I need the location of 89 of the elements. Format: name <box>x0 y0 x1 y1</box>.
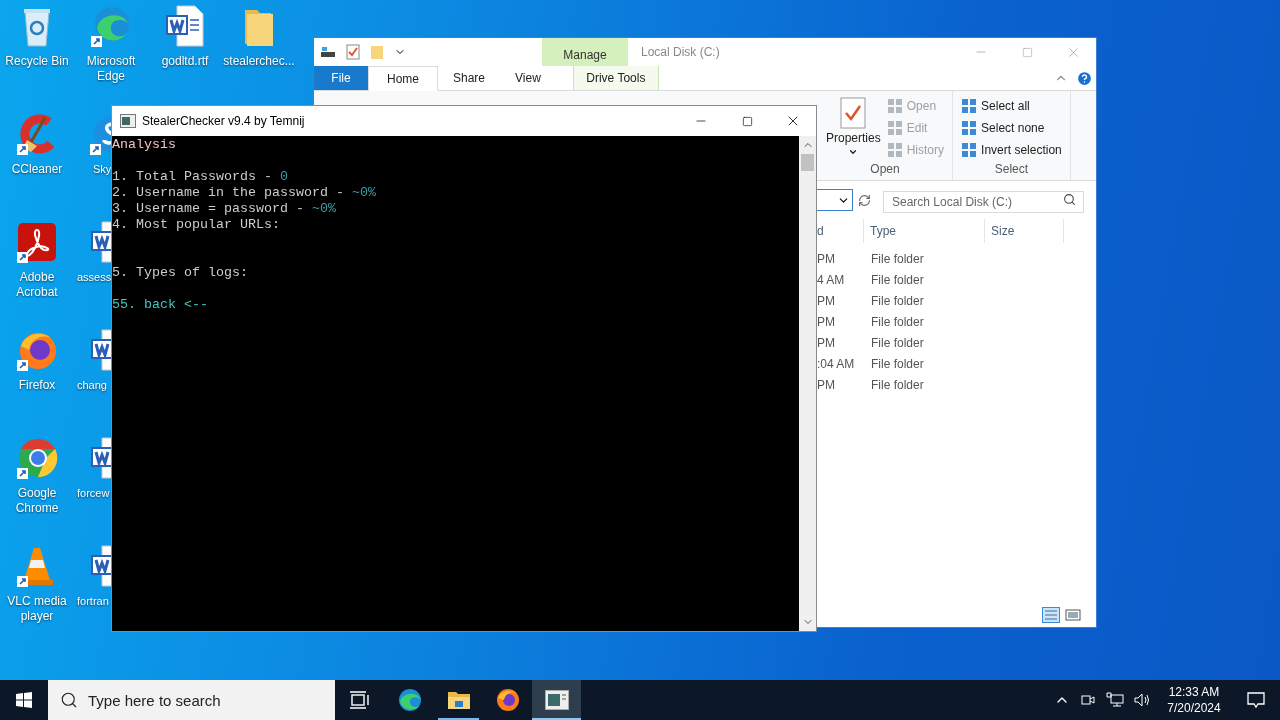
details-view-icon[interactable] <box>1042 607 1060 623</box>
search-icon <box>1063 193 1076 206</box>
desktop-icon-label: CCleaner <box>10 162 64 177</box>
notifications-icon <box>1247 691 1265 709</box>
table-cell-text: File folder <box>870 250 924 268</box>
ribbon-tab[interactable]: Home <box>368 66 438 91</box>
task-view-icon <box>350 691 370 709</box>
table-cell-text: PM <box>817 334 836 352</box>
camera-icon[interactable] <box>1080 692 1096 708</box>
document-icon[interactable] <box>163 4 207 48</box>
search-field[interactable]: Type here to search <box>48 680 335 720</box>
maximize-icon <box>1021 46 1033 58</box>
properties-button[interactable]: Properties <box>826 97 881 160</box>
console-line: Analysis <box>112 137 176 153</box>
ribbon-group-label: Select <box>993 161 1030 178</box>
search-field[interactable]: Search Local Disk (C:) <box>883 191 1084 213</box>
console-line: 3. Username = password - ~0% <box>112 201 336 217</box>
scrollbar[interactable] <box>799 136 816 631</box>
search-icon <box>60 691 78 709</box>
table-cell-text: PM <box>817 376 836 394</box>
speaker-icon[interactable] <box>1134 692 1152 708</box>
column-header[interactable]: Type <box>864 219 985 243</box>
desktop-icon-label: Firefox <box>17 378 57 393</box>
ribbon-tab[interactable]: Share <box>438 66 501 90</box>
desktop-icon-label: fortran <box>77 594 109 609</box>
network-icon[interactable] <box>1106 692 1124 708</box>
table-cell-text: File folder <box>870 292 924 310</box>
table-cell-text: PM <box>817 313 836 331</box>
maximize-icon <box>741 115 753 127</box>
console-icon <box>120 114 136 128</box>
desktop-icon-label: Google Chrome <box>14 486 60 516</box>
windows-logo-icon <box>16 692 32 708</box>
ribbon-button[interactable]: Select all <box>961 97 1062 115</box>
grid-icon <box>961 142 978 158</box>
drive-icon[interactable] <box>320 45 336 59</box>
table-cell-text: PM <box>817 250 836 268</box>
desktop-icon-label: VLC media player <box>6 594 68 624</box>
browser-icon[interactable] <box>15 436 59 480</box>
console-line: 5. Types of logs: <box>112 265 248 281</box>
table-cell-text: :04 AM <box>817 355 856 373</box>
console-line: 2. Username in the password - ~0% <box>112 185 376 201</box>
scrollbar-thumb[interactable] <box>801 154 814 171</box>
grid-icon <box>961 98 978 114</box>
table-cell-text: PM <box>817 292 836 310</box>
browser-icon <box>397 688 422 712</box>
grid-icon <box>886 120 903 136</box>
ribbon-context-group: Manage <box>542 38 628 66</box>
grid-icon <box>961 120 978 136</box>
refresh-icon[interactable] <box>858 193 871 207</box>
table-cell-text: File folder <box>870 334 924 352</box>
properties-icon <box>839 97 868 129</box>
pdf-icon[interactable] <box>15 220 59 264</box>
table-cell-text: File folder <box>870 271 924 289</box>
desktop-icon-label: assess <box>77 270 112 285</box>
taskbar-app-button[interactable] <box>532 680 581 720</box>
browser-icon <box>495 688 520 712</box>
desktop-icon-label: godltd.rtf <box>160 54 210 69</box>
desktop-icon-label: Recycle Bin <box>4 54 70 69</box>
desktop-icon-label: Microsoft Edge <box>85 54 137 84</box>
window-title: StealerChecker v9.4 by Temnij <box>142 113 305 130</box>
dropdown-icon <box>848 147 859 157</box>
folder-icon <box>446 689 471 711</box>
console-icon <box>544 690 569 710</box>
desktop-icon-label: stealerchec... <box>223 54 295 69</box>
table-cell-text: 4 AM <box>817 271 846 289</box>
desktop-icon-label: Sky <box>93 162 112 177</box>
ribbon-tab[interactable]: Drive Tools <box>572 66 659 90</box>
desktop-icon-label: forcew <box>77 486 110 501</box>
table-cell-text: File folder <box>870 376 924 394</box>
help-icon[interactable] <box>1076 69 1093 87</box>
console-line: 1. Total Passwords - 0 <box>112 169 288 185</box>
ribbon-button[interactable]: Select none <box>961 119 1062 137</box>
properties-icon[interactable] <box>346 44 360 60</box>
ribbon-group-label: Open <box>869 161 901 178</box>
window-title: Local Disk (C:) <box>641 44 720 61</box>
grid-icon <box>886 142 903 158</box>
ribbon-button[interactable]: Invert selection <box>961 141 1062 159</box>
console-line: 4. Most popular URLs: <box>112 217 280 233</box>
grid-icon <box>886 98 903 114</box>
console-line: 55. back <-- <box>112 297 208 313</box>
desktop-icon-label: chang <box>77 378 107 393</box>
ribbon-tab[interactable]: View <box>500 66 556 90</box>
clock[interactable]: 12:33 AM 7/20/2024 <box>1156 680 1232 720</box>
thumbnail-view-icon[interactable] <box>1064 607 1082 623</box>
table-cell-text: File folder <box>870 355 924 373</box>
column-header[interactable]: Size <box>985 219 1064 243</box>
ribbon-tab[interactable]: File <box>314 66 368 90</box>
desktop-icon-label: Adobe Acrobat <box>15 270 59 300</box>
table-cell-text: File folder <box>870 313 924 331</box>
